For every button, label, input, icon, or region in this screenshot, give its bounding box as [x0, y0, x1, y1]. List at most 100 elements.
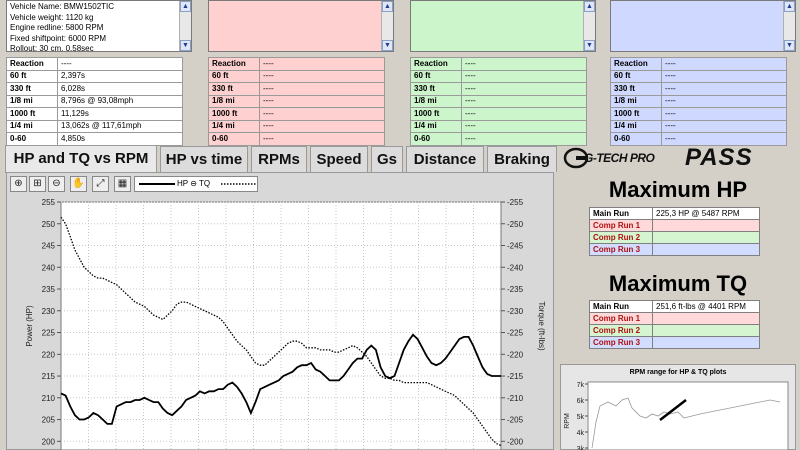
info-line: Engine redline: 5800 RPM: [10, 23, 104, 32]
result-row: Comp Run 2: [589, 231, 760, 244]
stat-label: 330 ft: [410, 82, 462, 96]
stat-value: ----: [661, 57, 787, 71]
scroll-down-icon[interactable]: ▼: [784, 40, 795, 51]
stat-row: Reaction ----: [610, 57, 787, 71]
zoom-out-icon[interactable]: ⊖: [48, 176, 65, 192]
stat-label: 1/8 mi: [208, 94, 260, 108]
stat-value: ----: [461, 132, 587, 146]
rpm-tick-label: 7k: [577, 382, 585, 389]
stat-value: ----: [259, 132, 385, 146]
stat-label: 1/4 mi: [610, 119, 662, 133]
scroll-up-icon[interactable]: ▲: [180, 1, 191, 12]
info-line: Rollout: 30 cm, 0.58sec: [10, 44, 94, 52]
stat-label: Reaction: [208, 57, 260, 71]
comp3-stats-table: Reaction ---- 60 ft ---- 330 ft ---- 1/8 mi ---…: [610, 57, 787, 146]
stat-label: 1/4 mi: [410, 119, 462, 133]
stat-label: 60 ft: [410, 69, 462, 83]
stat-row: 1/8 mi 8,796s @ 93,08mph: [6, 94, 183, 108]
scroll-up-icon[interactable]: ▲: [784, 1, 795, 12]
scroll-up-icon[interactable]: ▲: [584, 1, 595, 12]
stat-value: ----: [461, 119, 587, 133]
scroll-up-icon[interactable]: ▲: [382, 1, 393, 12]
y2-tick-label: -255: [507, 198, 524, 207]
stat-label: 1/4 mi: [6, 119, 58, 133]
result-value: [652, 336, 760, 349]
tab-rpms[interactable]: RPMs: [251, 146, 307, 172]
y-tick-label: 215: [42, 372, 56, 381]
comp1-info-box[interactable]: ▲ ▼: [208, 0, 394, 52]
zoom-box-icon[interactable]: ⊞: [29, 176, 46, 192]
stat-value: ----: [259, 119, 385, 133]
grid-toggle-icon[interactable]: ▦: [114, 176, 131, 192]
stat-value: 2,397s: [57, 69, 183, 83]
result-value: 225,3 HP @ 5487 RPM: [652, 207, 760, 220]
comp2-scrollbar[interactable]: ▲ ▼: [583, 1, 595, 51]
tab-hp-vs-time[interactable]: HP vs time: [160, 146, 248, 172]
stat-row: Reaction ----: [6, 57, 183, 71]
result-row: Comp Run 3: [589, 336, 760, 349]
tab-hp-tq-vs-rpm[interactable]: HP and TQ vs RPM: [5, 145, 157, 173]
stat-label: Reaction: [410, 57, 462, 71]
result-value: [652, 324, 760, 337]
y2-tick-label: -225: [507, 329, 524, 338]
comp2-info-box[interactable]: ▲ ▼: [410, 0, 596, 52]
scroll-down-icon[interactable]: ▼: [180, 40, 191, 51]
y2-tick-label: -245: [507, 242, 524, 251]
stat-label: 330 ft: [610, 82, 662, 96]
result-label: Comp Run 3: [589, 336, 653, 349]
y2-tick-label: -230: [507, 307, 524, 316]
stat-value: ----: [461, 57, 587, 71]
info-scrollbar[interactable]: ▲ ▼: [179, 1, 191, 51]
y2-tick-label: -205: [507, 416, 524, 425]
y2-axis-label: Torque (ft-lbs): [537, 301, 546, 351]
hp-tq-chart[interactable]: 255 250 245 240 235 230 225 220 215 210 205 200 -255…: [6, 194, 554, 450]
stat-row: 330 ft ----: [610, 82, 787, 96]
tab-distance[interactable]: Distance: [406, 146, 484, 172]
result-row: Comp Run 1: [589, 312, 760, 325]
stat-label: 1000 ft: [410, 107, 462, 121]
stat-value: 4,850s: [57, 132, 183, 146]
max-hp-table: Main Run 225,3 HP @ 5487 RPM Comp Run 1 Com…: [589, 207, 760, 256]
tab-gs[interactable]: Gs: [371, 146, 403, 172]
stat-label: 60 ft: [610, 69, 662, 83]
legend-text: HP ⊖ TQ: [177, 179, 211, 188]
y-tick-label: 225: [42, 329, 56, 338]
stat-label: 0-60: [208, 132, 260, 146]
stat-row: 1/4 mi 13,062s @ 117,61mph: [6, 119, 183, 133]
scroll-down-icon[interactable]: ▼: [584, 40, 595, 51]
chart-legend[interactable]: HP ⊖ TQ: [134, 176, 258, 192]
comp1-scrollbar[interactable]: ▲ ▼: [381, 1, 393, 51]
result-label: Main Run: [589, 207, 653, 220]
result-label: Comp Run 1: [589, 312, 653, 325]
comp3-scrollbar[interactable]: ▲ ▼: [783, 1, 795, 51]
result-label: Comp Run 3: [589, 243, 653, 256]
zoom-in-icon[interactable]: ⊕: [10, 176, 27, 192]
stat-value: ----: [461, 107, 587, 121]
vehicle-info-text: Vehicle Name: BMW1502TIC Vehicle weight:…: [7, 1, 191, 52]
tq-legend-line-icon: [221, 183, 257, 185]
logo-brand-text: G-TECH PRO: [584, 151, 655, 165]
max-hp-title: Maximum HP: [608, 177, 748, 202]
stat-value: 8,796s @ 93,08mph: [57, 94, 183, 108]
rpm-plot-area: [587, 381, 789, 450]
comp3-info-box[interactable]: ▲ ▼: [610, 0, 796, 52]
tab-braking[interactable]: Braking: [487, 146, 557, 172]
fit-zoom-icon[interactable]: ⤢: [92, 176, 109, 192]
result-value: [652, 312, 760, 325]
y-tick-label: 235: [42, 285, 56, 294]
stat-label: 0-60: [6, 132, 58, 146]
scroll-down-icon[interactable]: ▼: [382, 40, 393, 51]
stat-row: 60 ft 2,397s: [6, 69, 183, 83]
pan-hand-icon[interactable]: ✋: [70, 176, 87, 192]
y-tick-label: 230: [42, 307, 56, 316]
vehicle-info-box[interactable]: Vehicle Name: BMW1502TIC Vehicle weight:…: [6, 0, 192, 52]
y2-tick-label: -210: [507, 394, 524, 403]
y-tick-label: 245: [42, 242, 56, 251]
rpm-tick-label: 5k: [577, 414, 585, 421]
info-line: Vehicle weight: 1120 kg: [10, 12, 94, 22]
tab-speed[interactable]: Speed: [310, 146, 368, 172]
stat-row: 1000 ft ----: [410, 107, 587, 121]
stat-value: ----: [661, 94, 787, 108]
y2-tick-label: -235: [507, 285, 524, 294]
rpm-range-chart: 7k 6k 5k 4k 3k RPM: [564, 381, 789, 450]
